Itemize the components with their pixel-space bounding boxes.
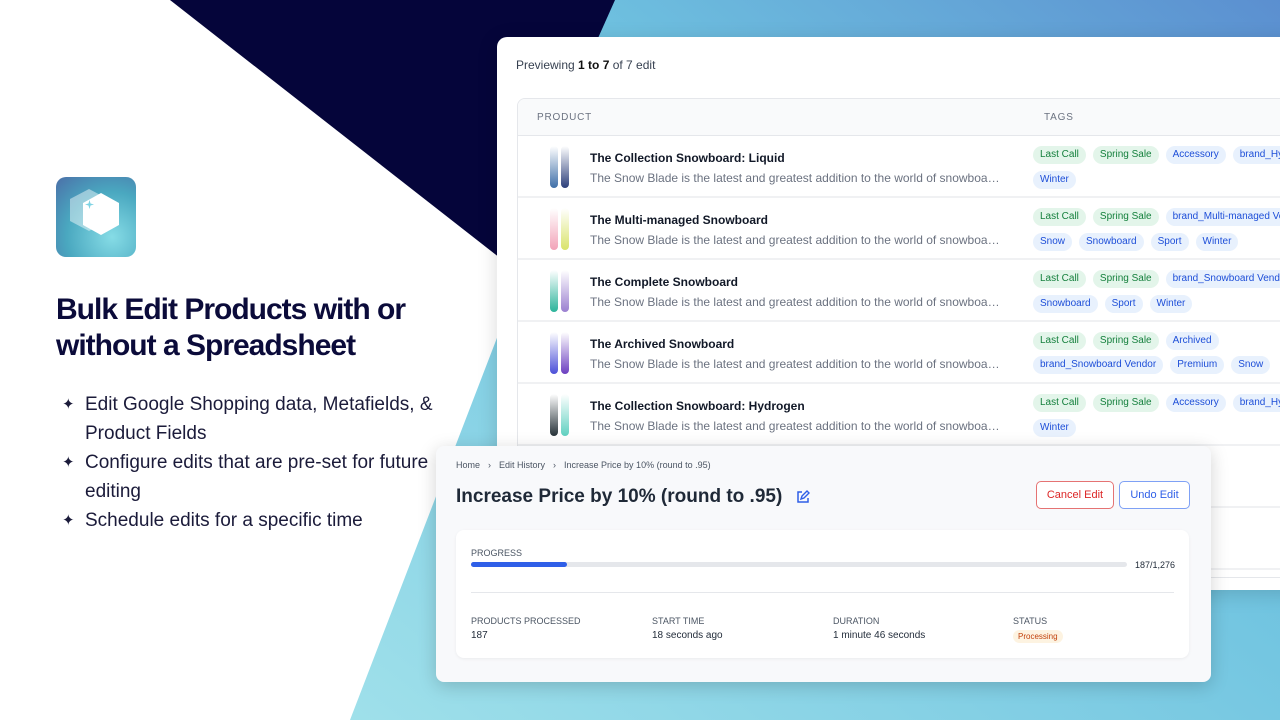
breadcrumb-home[interactable]: Home — [456, 460, 480, 470]
page-title: Increase Price by 10% (round to .95) — [456, 486, 783, 507]
tag-badge: Spring Sale — [1092, 146, 1159, 164]
breadcrumb-edit-history[interactable]: Edit History — [499, 460, 545, 470]
sparkle-icon: ✦ — [62, 454, 75, 471]
products-processed-value: 187 — [471, 630, 488, 641]
table-row[interactable]: The Complete Snowboard The Snow Blade is … — [518, 260, 1280, 322]
feature-item: ✦ Configure edits that are pre-set for fu… — [62, 448, 452, 506]
tag-badge: Premium — [1170, 356, 1225, 374]
product-description: The Snow Blade is the latest and greates… — [590, 233, 1002, 247]
tag-badge: Accessory — [1165, 146, 1226, 164]
table-row[interactable]: The Collection Snowboard: Hydrogen The Sn… — [518, 384, 1280, 446]
hexagon-sparkle-icon — [70, 189, 119, 235]
status-badge: Processing — [1013, 630, 1063, 643]
tag-badge: Snow — [1231, 356, 1271, 374]
feature-item: ✦ Schedule edits for a specific time — [62, 506, 452, 535]
tag-badge: Accessory — [1165, 394, 1226, 412]
product-description: The Snow Blade is the latest and greates… — [590, 357, 1002, 371]
tag-badge: Last Call — [1033, 146, 1086, 164]
product-name[interactable]: The Complete Snowboard — [590, 275, 738, 289]
tag-badge: Winter — [1033, 171, 1076, 189]
stat-label: STATUS — [1013, 616, 1048, 626]
tag-badge: brand_Multi-managed Vendor — [1165, 208, 1280, 226]
product-thumbnail — [550, 146, 572, 188]
breadcrumb: Home › Edit History › Increase Price by 10… — [456, 460, 711, 470]
tag-badge: Spring Sale — [1092, 394, 1159, 412]
sparkle-icon: ✦ — [62, 512, 75, 529]
progress-bar — [471, 562, 1127, 567]
feature-list: ✦ Edit Google Shopping data, Metafields, … — [62, 390, 452, 535]
edit-pencil-icon[interactable] — [796, 490, 811, 504]
chevron-right-icon: › — [553, 460, 557, 470]
progress-label: PROGRESS — [471, 548, 523, 558]
tag-badge: Spring Sale — [1092, 270, 1159, 288]
tag-list: Last Call Spring Sale Archived brand_Snowbo… — [1033, 332, 1280, 376]
tag-badge: Winter — [1149, 295, 1193, 313]
tag-badge: brand_Hydrogen — [1232, 146, 1280, 164]
product-name[interactable]: The Collection Snowboard: Liquid — [590, 151, 785, 165]
edit-progress-card: Home › Edit History › Increase Price by 10… — [436, 446, 1211, 682]
tag-badge: Last Call — [1033, 208, 1086, 226]
product-name[interactable]: The Archived Snowboard — [590, 337, 734, 351]
feature-text: Schedule edits for a specific time — [85, 510, 363, 531]
tag-badge: Winter — [1033, 419, 1076, 437]
tag-badge: Last Call — [1033, 270, 1086, 288]
tag-badge: brand_Snowboard Vendor — [1033, 356, 1164, 374]
tag-badge: Last Call — [1033, 332, 1086, 350]
tag-list: Last Call Spring Sale brand_Snowboard Vend… — [1033, 270, 1280, 314]
feature-text: Configure edits that are pre-set for fut… — [85, 452, 429, 502]
chevron-right-icon: › — [488, 460, 492, 470]
table-header: PRODUCT TAGS — [518, 99, 1280, 136]
tag-badge: Last Call — [1033, 394, 1086, 412]
product-thumbnail — [550, 394, 572, 436]
progress-section: PROGRESS 187/1,276 PRODUCTS PROCESSED 18… — [456, 530, 1189, 658]
tag-badge: Archived — [1165, 332, 1219, 350]
preview-count: Previewing 1 to 7 of 7 edit — [516, 58, 656, 72]
breadcrumb-current: Increase Price by 10% (round to .95) — [564, 460, 711, 470]
tag-badge: Spring Sale — [1092, 208, 1159, 226]
product-thumbnail — [550, 270, 572, 312]
table-row[interactable]: The Collection Snowboard: Liquid The Snow… — [518, 136, 1280, 198]
headline: Bulk Edit Products with or without a Spr… — [56, 293, 406, 362]
feature-text: Edit Google Shopping data, Metafields, &… — [85, 394, 433, 444]
feature-item: ✦ Edit Google Shopping data, Metafields, … — [62, 390, 452, 448]
product-thumbnail — [550, 208, 572, 250]
tag-list: Last Call Spring Sale Accessory brand_Hydro… — [1033, 146, 1280, 190]
product-name[interactable]: The Multi-managed Snowboard — [590, 213, 768, 227]
tag-list: Last Call Spring Sale Accessory brand_Hydro… — [1033, 394, 1280, 438]
progress-count: 187/1,276 — [1135, 560, 1176, 570]
product-description: The Snow Blade is the latest and greates… — [590, 171, 1002, 185]
sparkle-icon: ✦ — [62, 396, 75, 413]
stat-label: PRODUCTS PROCESSED — [471, 616, 581, 626]
undo-edit-button[interactable]: Undo Edit — [1119, 481, 1190, 509]
progress-fill — [471, 562, 568, 567]
duration-value: 1 minute 46 seconds — [833, 630, 926, 641]
app-logo — [56, 177, 136, 257]
tag-badge: Winter — [1195, 233, 1239, 251]
product-name[interactable]: The Collection Snowboard: Hydrogen — [590, 399, 805, 413]
product-thumbnail — [550, 332, 572, 374]
tag-badge: Spring Sale — [1092, 332, 1159, 350]
stat-label: DURATION — [833, 616, 880, 626]
tag-list: Last Call Spring Sale brand_Multi-managed … — [1033, 208, 1280, 252]
tag-badge: Sport — [1150, 233, 1189, 251]
tag-badge: Snowboard — [1079, 233, 1144, 251]
divider — [471, 592, 1174, 593]
cancel-edit-button[interactable]: Cancel Edit — [1036, 481, 1114, 509]
stat-label: START TIME — [652, 616, 705, 626]
product-description: The Snow Blade is the latest and greates… — [590, 295, 1002, 309]
tag-badge: brand_Snowboard Vendor — [1165, 270, 1280, 288]
start-time-value: 18 seconds ago — [652, 630, 723, 641]
tag-badge: Snowboard — [1033, 295, 1098, 313]
tag-badge: Sport — [1104, 295, 1143, 313]
tag-badge: brand_Hydrogen — [1232, 394, 1280, 412]
column-tags: TAGS — [1044, 112, 1074, 123]
tag-badge: Snow — [1033, 233, 1073, 251]
column-product: PRODUCT — [537, 112, 593, 123]
edit-title-row: Increase Price by 10% (round to .95) — [456, 486, 811, 508]
table-row[interactable]: The Archived Snowboard The Snow Blade is … — [518, 322, 1280, 384]
table-row[interactable]: The Multi-managed Snowboard The Snow Blad… — [518, 198, 1280, 260]
product-description: The Snow Blade is the latest and greates… — [590, 419, 1002, 433]
